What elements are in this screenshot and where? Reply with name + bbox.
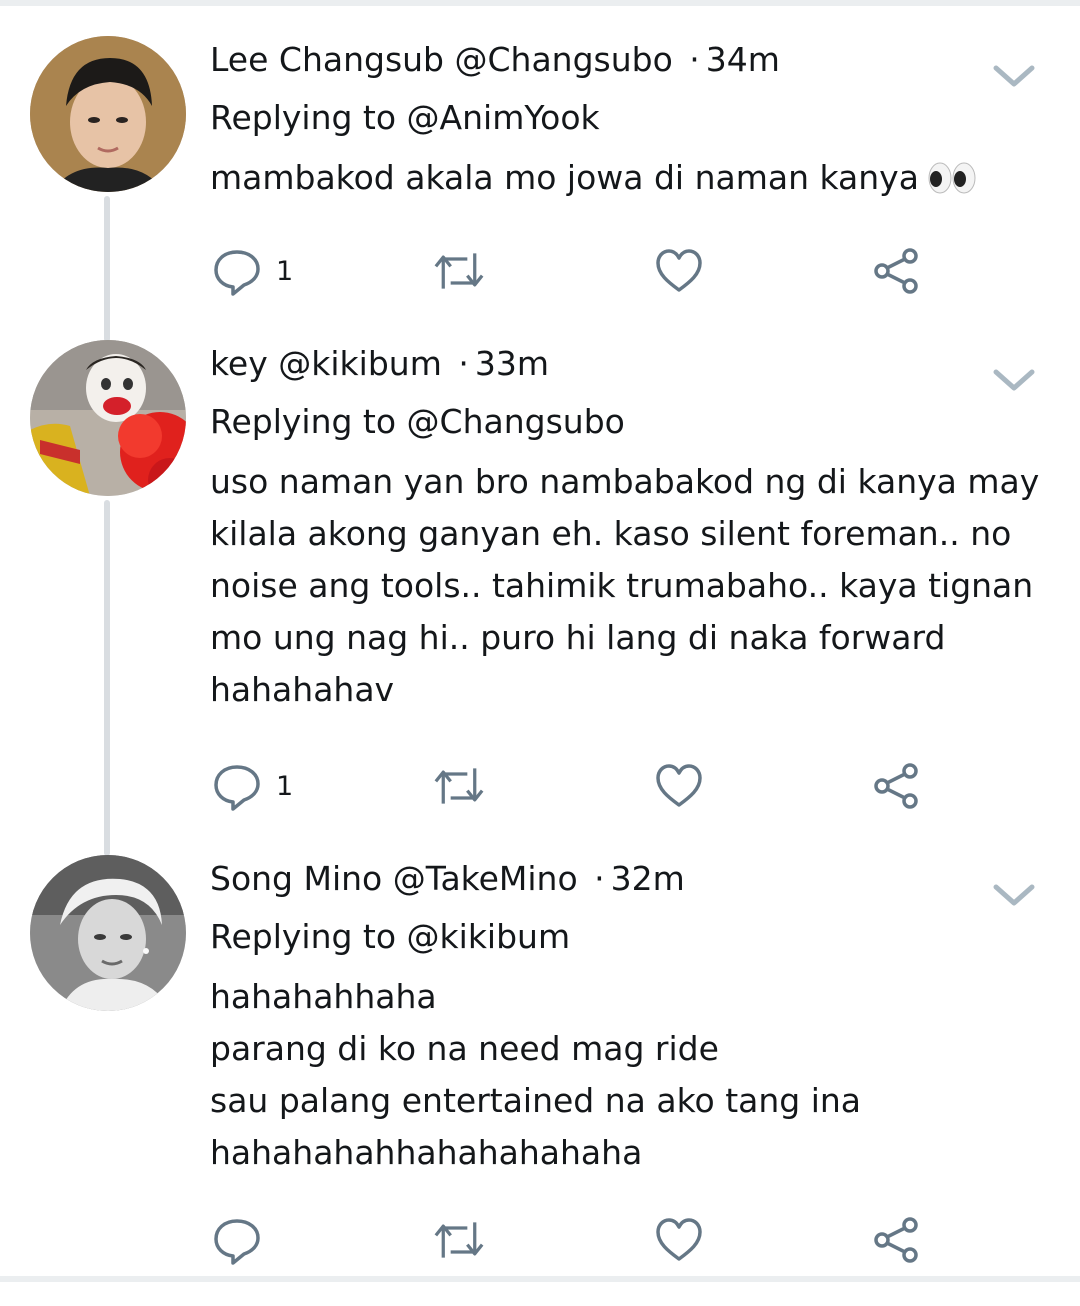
avatar[interactable] xyxy=(30,855,186,1011)
action-bar: 1 xyxy=(0,756,1080,816)
tweet-text-line: kilala akong ganyan eh. kaso silent fore… xyxy=(210,514,1012,553)
share-button[interactable] xyxy=(872,1210,922,1270)
reply-icon xyxy=(214,250,260,296)
reply-icon xyxy=(214,1219,260,1265)
tweet[interactable]: Song Mino @TakeMino · 32m Replying to @ki… xyxy=(0,855,1080,1275)
share-icon xyxy=(874,248,918,294)
replying-label: Replying to xyxy=(210,917,397,956)
reply-icon xyxy=(214,765,260,811)
retweet-button[interactable] xyxy=(434,1210,484,1270)
tweet-text: mambakod akala mo jowa di naman kanya xyxy=(210,152,1040,204)
replying-label: Replying to xyxy=(210,402,397,441)
timestamp[interactable]: 34m xyxy=(706,40,780,79)
timestamp[interactable]: 33m xyxy=(475,344,549,383)
chevron-down-icon[interactable] xyxy=(990,366,1038,396)
like-icon xyxy=(656,764,702,807)
eyes-emoji-icon xyxy=(928,162,976,194)
retweet-button[interactable] xyxy=(434,241,484,301)
like-icon xyxy=(656,249,702,292)
handle[interactable]: @Changsubo xyxy=(455,40,673,79)
tweet-text: uso naman yan bro nambabakod ng di kanya… xyxy=(210,456,1040,716)
like-icon xyxy=(656,1218,702,1261)
retweet-button[interactable] xyxy=(434,756,484,816)
display-name[interactable]: Song Mino xyxy=(210,859,382,898)
replying-handle[interactable]: @AnimYook xyxy=(407,98,600,137)
reply-count: 1 xyxy=(276,770,294,802)
separator: · xyxy=(594,859,605,898)
tweet-header: Song Mino @TakeMino · 32m xyxy=(210,857,685,901)
share-button[interactable] xyxy=(872,756,922,816)
tweet-text-line: mo ung nag hi.. puro hi lang di naka for… xyxy=(210,618,946,657)
retweet-icon xyxy=(434,768,484,804)
tweet[interactable]: key @kikibum · 33m Replying to @Changsubo… xyxy=(0,340,1080,820)
tweet[interactable]: Lee Changsub @Changsubo · 34m Replying to… xyxy=(0,36,1080,306)
replying-to: Replying to @kikibum xyxy=(210,915,570,959)
tweet-text-line: noise ang tools.. tahimik trumabaho.. ka… xyxy=(210,566,1034,605)
separator: · xyxy=(458,344,469,383)
avatar[interactable] xyxy=(30,340,186,496)
share-icon xyxy=(874,1217,918,1263)
handle[interactable]: @kikibum xyxy=(278,344,442,383)
like-button[interactable] xyxy=(654,756,704,816)
tweet-text-line: hahahahahhahahahahaha xyxy=(210,1133,643,1172)
tweet-text: hahahahhaha parang di ko na need mag rid… xyxy=(210,971,1040,1179)
reply-count: 1 xyxy=(276,255,294,287)
replying-to: Replying to @Changsubo xyxy=(210,400,625,444)
display-name[interactable]: key xyxy=(210,344,268,383)
chevron-down-icon[interactable] xyxy=(990,881,1038,911)
reply-button[interactable] xyxy=(212,1210,276,1270)
tweet-header: Lee Changsub @Changsubo · 34m xyxy=(210,38,780,82)
like-button[interactable] xyxy=(654,1210,704,1270)
replying-to: Replying to @AnimYook xyxy=(210,96,600,140)
timestamp[interactable]: 32m xyxy=(611,859,685,898)
avatar[interactable] xyxy=(30,36,186,192)
share-icon xyxy=(874,763,918,809)
replying-label: Replying to xyxy=(210,98,397,137)
display-name[interactable]: Lee Changsub xyxy=(210,40,444,79)
top-divider xyxy=(0,0,1080,6)
tweet-text-line: mambakod akala mo jowa di naman kanya xyxy=(210,152,1040,204)
retweet-icon xyxy=(434,1222,484,1258)
action-bar: 1 xyxy=(0,241,1080,301)
replying-handle[interactable]: @Changsubo xyxy=(407,402,625,441)
tweet-text-line: sau palang entertained na ako tang ina xyxy=(210,1081,862,1120)
retweet-icon xyxy=(434,253,484,289)
replying-handle[interactable]: @kikibum xyxy=(407,917,571,956)
action-bar xyxy=(0,1210,1080,1270)
like-button[interactable] xyxy=(654,241,704,301)
chevron-down-icon[interactable] xyxy=(990,62,1038,92)
bottom-divider xyxy=(0,1276,1080,1282)
tweet-text-line: parang di ko na need mag ride xyxy=(210,1029,719,1068)
reply-button[interactable]: 1 xyxy=(212,241,293,301)
tweet-text-line: uso naman yan bro nambabakod ng di kanya… xyxy=(210,462,1040,501)
reply-button[interactable]: 1 xyxy=(212,756,293,816)
tweet-text-line: hahahahhaha xyxy=(210,977,437,1016)
tweet-header: key @kikibum · 33m xyxy=(210,342,549,386)
separator: · xyxy=(689,40,700,79)
handle[interactable]: @TakeMino xyxy=(393,859,578,898)
tweet-text-line: hahahahav xyxy=(210,670,395,709)
share-button[interactable] xyxy=(872,241,922,301)
